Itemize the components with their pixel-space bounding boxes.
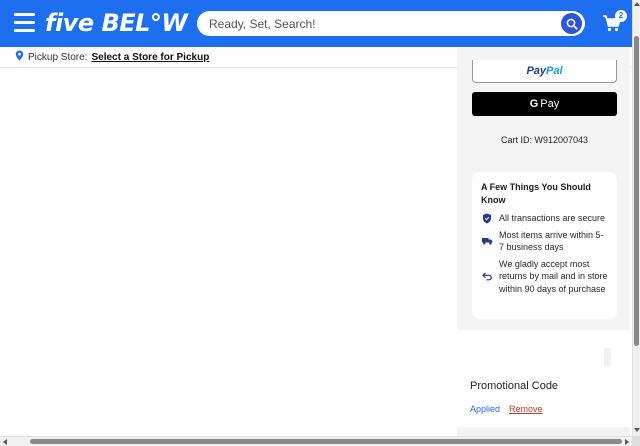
cart-icon[interactable]: 2 (602, 10, 627, 35)
paypal-pay-text: Pay (526, 65, 547, 77)
scroll-left-arrow-icon[interactable] (3, 439, 7, 445)
pickup-store-label: Pickup Store: (28, 51, 88, 63)
info-item-text: Most items arrive within 5-7 business da… (499, 229, 604, 253)
search-input[interactable] (197, 11, 557, 36)
vertical-scroll-thumb[interactable] (634, 36, 639, 346)
info-item-text: We gladly accept most returns by mail an… (499, 258, 608, 294)
truck-icon (481, 237, 493, 245)
horizontal-scroll-thumb[interactable] (30, 439, 622, 444)
cart-count-badge: 2 (615, 10, 627, 22)
location-pin-icon (15, 50, 24, 64)
site-header: five BEL°W 2 (0, 0, 632, 47)
return-arrow-icon (481, 272, 493, 281)
shield-icon (481, 213, 493, 224)
search-bar (197, 11, 585, 36)
promo-remove-link[interactable]: Remove (509, 404, 543, 414)
info-item-shipping: Most items arrive within 5-7 business da… (481, 229, 608, 254)
promo-applied-status: Applied (470, 404, 501, 414)
promo-code-title: Promotional Code (470, 380, 559, 392)
info-card: A Few Things You Should Know All transac… (472, 172, 617, 319)
scroll-up-arrow-icon[interactable] (634, 2, 640, 6)
paypal-pal-text: Pal (546, 65, 563, 77)
google-g-icon: G (529, 98, 539, 110)
scrollbar-corner (632, 436, 640, 446)
divider (604, 348, 611, 366)
scroll-down-arrow-icon[interactable] (634, 428, 640, 432)
info-item-secure: All transactions are secure (481, 212, 608, 225)
info-item-text: All transactions are secure (499, 213, 606, 223)
select-store-link[interactable]: Select a Store for Pickup (91, 52, 209, 63)
scroll-right-arrow-icon[interactable] (625, 439, 629, 445)
vertical-scrollbar[interactable] (632, 0, 640, 436)
five-below-logo[interactable]: five BEL°W (45, 8, 188, 38)
info-item-returns: We gladly accept most returns by mail an… (481, 258, 608, 296)
cart-id: Cart ID: W912007043 (500, 135, 589, 145)
google-pay-button[interactable]: G Pay (472, 92, 617, 116)
google-pay-label: Pay (540, 98, 560, 110)
paypal-button[interactable]: Pay Pal (472, 60, 617, 83)
info-card-title: A Few Things You Should Know (481, 182, 591, 205)
horizontal-scrollbar[interactable] (0, 436, 632, 446)
hamburger-icon[interactable] (14, 13, 35, 32)
search-icon[interactable] (561, 13, 582, 34)
